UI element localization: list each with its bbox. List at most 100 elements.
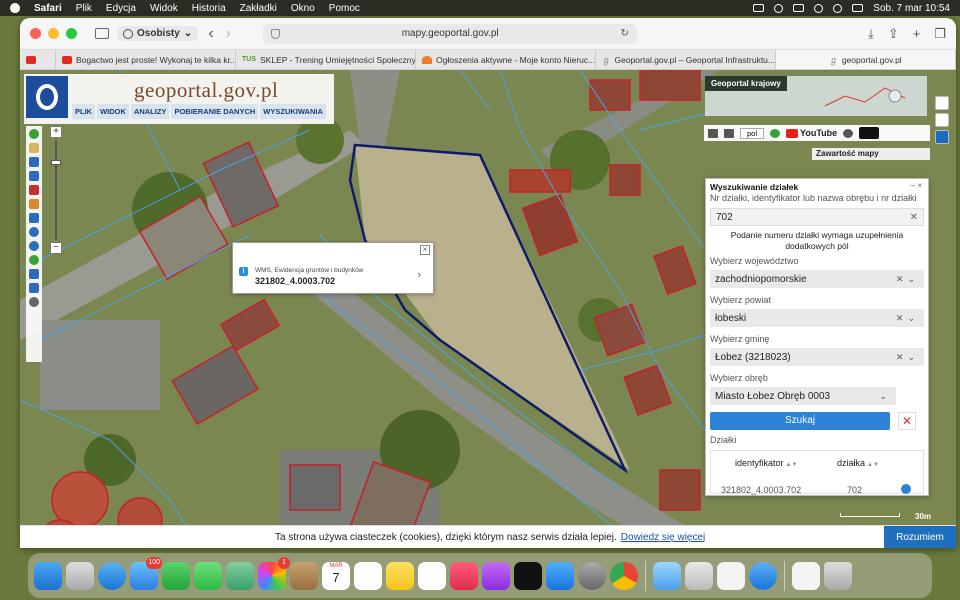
menu-okno[interactable]: Okno: [291, 3, 315, 14]
clear-chevron-icon[interactable]: ✕⌄: [896, 313, 919, 324]
close-icon[interactable]: ×: [420, 245, 430, 255]
zoom-knob[interactable]: [51, 160, 61, 165]
zoom-plus-button[interactable]: +: [50, 126, 62, 138]
zoom-slider[interactable]: + −: [50, 126, 62, 254]
globe-icon[interactable]: [29, 255, 39, 265]
new-tab-icon[interactable]: +: [913, 26, 921, 42]
sidebar-toggle-icon[interactable]: [95, 28, 109, 39]
clear-chevron-icon[interactable]: ✕⌄: [896, 352, 919, 363]
display-icon[interactable]: [753, 4, 765, 12]
freeform-icon[interactable]: [418, 561, 446, 590]
result-row-id[interactable]: 321802_4.0003.702: [721, 485, 801, 495]
col-identyfikator-header[interactable]: identyfikator ▲▼: [735, 458, 797, 468]
zoom-minus-button[interactable]: −: [50, 242, 62, 254]
youtube-link[interactable]: YouTube: [786, 128, 837, 138]
accessibility-icon[interactable]: [843, 128, 854, 138]
clear-input-icon[interactable]: ✕: [910, 212, 918, 223]
layers-grid-icon[interactable]: [29, 157, 39, 167]
trash-icon[interactable]: [824, 561, 852, 590]
chrome-icon[interactable]: [610, 561, 638, 590]
podcasts-icon[interactable]: [482, 561, 510, 590]
geoportal-logo[interactable]: [26, 76, 68, 118]
mail-icon[interactable]: 100: [130, 556, 162, 590]
arrow-left-icon[interactable]: [29, 269, 39, 279]
menu-wyszukiwania[interactable]: WYSZUKIWANIA: [260, 104, 326, 119]
close-window-button[interactable]: [30, 28, 41, 39]
tab-bogactwo[interactable]: Bogactwo jest proste! Wykonaj te kilka k…: [56, 50, 236, 69]
messages-icon[interactable]: [194, 561, 222, 590]
geoportal-krajowy-minimap[interactable]: Geoportal krajowy: [705, 76, 927, 116]
result-row-parcel[interactable]: 702: [847, 485, 862, 495]
tab-youtube[interactable]: [20, 50, 56, 69]
minimize-window-button[interactable]: [48, 28, 59, 39]
info-icon[interactable]: [29, 129, 39, 139]
menu-widok[interactable]: Widok: [150, 3, 178, 14]
menu-historia[interactable]: Historia: [192, 3, 226, 14]
print-icon[interactable]: [724, 128, 734, 138]
powiat-select[interactable]: łobeski ✕⌄: [710, 309, 924, 327]
tab-sklep[interactable]: TUS SKLEP - Trening Umiejętności Społecz…: [236, 50, 416, 69]
spotlight-icon[interactable]: [833, 3, 843, 13]
chevron-right-icon[interactable]: ›: [417, 269, 421, 281]
select-area-icon[interactable]: [29, 171, 39, 181]
clear-chevron-icon[interactable]: ✕⌄: [896, 274, 919, 285]
textedit-icon[interactable]: [717, 561, 745, 590]
tab-geoportal-info[interactable]: ℊ Geoportal.gov.pl – Geoportal Infrastru…: [596, 50, 776, 69]
back-button[interactable]: ‹: [208, 25, 213, 43]
menu-zakladki[interactable]: Zakładki: [240, 3, 277, 14]
safari-download-icon[interactable]: [749, 561, 777, 590]
wojewodztwo-select[interactable]: zachodniopomorskie ✕⌄: [710, 270, 924, 288]
music-icon[interactable]: [450, 561, 478, 590]
apple-icon[interactable]: [10, 3, 20, 13]
control-center-icon[interactable]: [852, 4, 864, 12]
xyz-coordinates-icon[interactable]: [29, 213, 39, 223]
menu-plik[interactable]: Plik: [76, 3, 92, 14]
photos-icon[interactable]: 1: [258, 556, 290, 590]
cookie-more-link[interactable]: Dowiedz się więcej: [621, 532, 705, 543]
share-icon[interactable]: ⇪: [888, 26, 899, 42]
launchpad-icon[interactable]: [66, 561, 94, 590]
menu-plik-gp[interactable]: PLIK: [72, 104, 96, 119]
popup-parcel-id[interactable]: 321802_4.0003.702: [255, 276, 335, 286]
hand-pan-icon[interactable]: [29, 143, 39, 153]
panel-minimize-icon[interactable]: – ×: [911, 181, 922, 190]
zoom-window-button[interactable]: [66, 28, 77, 39]
menu-analizy[interactable]: ANALIZY: [130, 104, 170, 119]
parcel-number-input[interactable]: 702 ✕: [710, 208, 924, 226]
facetime-icon[interactable]: [162, 561, 190, 590]
focus-icon[interactable]: [774, 3, 784, 13]
tab-ogloszenia[interactable]: Ogłoszenia aktywne - Moje konto Nieruc..…: [416, 50, 596, 69]
clear-button[interactable]: ✕: [898, 412, 916, 430]
help-icon[interactable]: [770, 128, 781, 138]
compass-icon[interactable]: [29, 297, 39, 307]
language-select[interactable]: pol: [740, 127, 765, 139]
forward-button[interactable]: ›: [226, 25, 231, 43]
zoom-track[interactable]: [51, 140, 61, 240]
battery-icon[interactable]: [793, 4, 805, 12]
screenshot-icon[interactable]: [685, 561, 713, 590]
toc-icon[interactable]: [708, 128, 718, 138]
contacts-icon[interactable]: [290, 561, 318, 590]
high-contrast-icon[interactable]: [859, 127, 880, 139]
col-dzialka-header[interactable]: działka ▲▼: [837, 458, 879, 468]
settings-icon[interactable]: [935, 113, 949, 127]
menu-pobieranie-danych[interactable]: POBIERANIE DANYCH: [171, 104, 259, 119]
chevron-down-icon[interactable]: ⌄: [879, 391, 891, 402]
system-settings-icon[interactable]: [578, 561, 606, 590]
menubar-clock[interactable]: Sob. 7 mar 10:54: [873, 3, 950, 14]
result-info-icon[interactable]: [901, 484, 911, 494]
reminders-icon[interactable]: [354, 561, 382, 590]
reload-icon[interactable]: ↻: [620, 28, 628, 39]
apple-tv-icon[interactable]: [514, 561, 542, 590]
finder-icon[interactable]: [34, 561, 62, 590]
maps-icon[interactable]: [226, 561, 254, 590]
document-icon[interactable]: [792, 561, 820, 590]
safari-icon[interactable]: [98, 561, 126, 590]
map-canvas[interactable]: geoportal.gov.pl PLIK WIDOK ANALIZY POBI…: [20, 70, 956, 548]
preview-icon[interactable]: [653, 561, 681, 590]
app-store-icon[interactable]: [546, 561, 574, 590]
calendar-icon[interactable]: MAR 7: [322, 561, 350, 590]
marker-icon[interactable]: [29, 185, 39, 195]
zawartosc-mapy-header[interactable]: Zawartość mapy: [812, 148, 930, 160]
arrow-right-icon[interactable]: [29, 283, 39, 293]
